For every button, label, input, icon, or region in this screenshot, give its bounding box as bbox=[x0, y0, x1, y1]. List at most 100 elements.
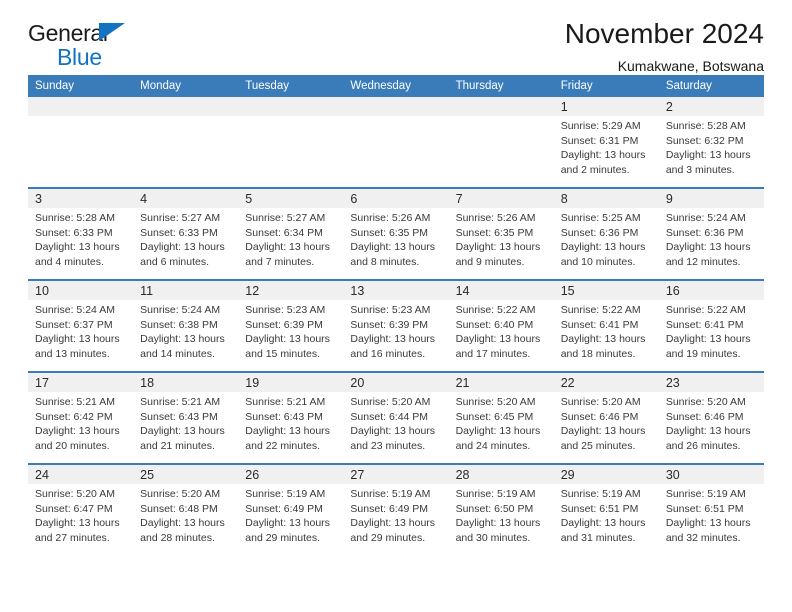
day-number[interactable]: 2 bbox=[658, 97, 764, 116]
day-number[interactable]: 7 bbox=[448, 187, 554, 208]
day-number[interactable]: 24 bbox=[28, 463, 134, 484]
day-cell[interactable]: Sunrise: 5:19 AM Sunset: 6:51 PM Daylight:… bbox=[553, 484, 659, 556]
day-number[interactable]: 9 bbox=[658, 187, 764, 208]
sun-info-line: Sunrise: 5:22 AM bbox=[560, 304, 641, 316]
day-cell[interactable]: Sunrise: 5:21 AM Sunset: 6:42 PM Daylight:… bbox=[28, 392, 134, 464]
day-cell[interactable]: Sunrise: 5:19 AM Sunset: 6:49 PM Daylight:… bbox=[238, 484, 344, 556]
day-number[interactable]: 29 bbox=[553, 463, 659, 484]
day-number[interactable]: 28 bbox=[448, 463, 554, 484]
day-cell[interactable]: Sunrise: 5:27 AM Sunset: 6:33 PM Daylight:… bbox=[133, 208, 239, 280]
generalblue-logo[interactable]: General Blue bbox=[28, 22, 228, 72]
day-cell[interactable]: Sunrise: 5:24 AM Sunset: 6:38 PM Daylight:… bbox=[133, 300, 239, 372]
day-cell[interactable]: Sunrise: 5:24 AM Sunset: 6:37 PM Daylight:… bbox=[28, 300, 134, 372]
week-number-row: 12 bbox=[28, 97, 764, 116]
week-detail-row: Sunrise: 5:20 AM Sunset: 6:47 PM Daylight:… bbox=[28, 484, 764, 556]
day-cell[interactable]: Sunrise: 5:24 AM Sunset: 6:36 PM Daylight:… bbox=[658, 208, 764, 280]
sun-info-line: and 30 minutes. bbox=[455, 531, 531, 544]
sun-info-line: Sunset: 6:31 PM bbox=[560, 134, 639, 147]
sun-info-line: Daylight: 13 hours bbox=[35, 425, 120, 438]
day-number[interactable]: 14 bbox=[448, 279, 554, 300]
sun-info-line: Sunrise: 5:19 AM bbox=[350, 488, 431, 500]
day-cell[interactable]: Sunrise: 5:23 AM Sunset: 6:39 PM Daylight:… bbox=[238, 300, 344, 372]
day-number[interactable]: 30 bbox=[658, 463, 764, 484]
sun-info-line: Sunrise: 5:28 AM bbox=[35, 212, 115, 224]
sun-info-line: Sunrise: 5:23 AM bbox=[245, 304, 326, 316]
day-number[interactable]: 19 bbox=[238, 371, 344, 392]
day-number[interactable]: 17 bbox=[28, 371, 134, 392]
day-number[interactable]: 5 bbox=[238, 187, 344, 208]
sun-info: Sunrise: 5:20 AM Sunset: 6:45 PM Daylight:… bbox=[456, 395, 546, 453]
sun-info: Sunrise: 5:20 AM Sunset: 6:46 PM Daylight:… bbox=[666, 395, 756, 453]
sun-info-line: and 13 minutes. bbox=[35, 347, 110, 360]
day-number[interactable]: 18 bbox=[133, 371, 239, 392]
sun-info-line: Sunrise: 5:20 AM bbox=[350, 396, 431, 408]
day-cell[interactable]: Sunrise: 5:23 AM Sunset: 6:39 PM Daylight:… bbox=[343, 300, 449, 372]
day-cell[interactable]: Sunrise: 5:20 AM Sunset: 6:47 PM Daylight:… bbox=[28, 484, 134, 556]
day-number-empty bbox=[343, 97, 449, 116]
sun-info-line: Daylight: 13 hours bbox=[665, 425, 751, 438]
sun-info: Sunrise: 5:24 AM Sunset: 6:37 PM Daylight:… bbox=[35, 303, 125, 361]
day-number-empty bbox=[28, 97, 134, 116]
day-number[interactable]: 10 bbox=[28, 279, 134, 300]
week-detail-row: Sunrise: 5:21 AM Sunset: 6:42 PM Daylight:… bbox=[28, 392, 764, 464]
sun-info-line: and 12 minutes. bbox=[665, 255, 741, 268]
week-number-row: 10 11 12 13 14 15 16 bbox=[28, 279, 764, 300]
sun-info: Sunrise: 5:19 AM Sunset: 6:51 PM Daylight:… bbox=[666, 487, 756, 545]
day-number[interactable]: 27 bbox=[343, 463, 449, 484]
sun-info-line: Daylight: 13 hours bbox=[665, 241, 751, 254]
day-cell[interactable]: Sunrise: 5:20 AM Sunset: 6:48 PM Daylight:… bbox=[133, 484, 239, 556]
day-number[interactable]: 4 bbox=[133, 187, 239, 208]
title-block: November 2024 Kumakwane, Botswana bbox=[565, 18, 764, 76]
day-cell[interactable]: Sunrise: 5:20 AM Sunset: 6:44 PM Daylight:… bbox=[343, 392, 449, 464]
sun-info-line: Daylight: 13 hours bbox=[245, 425, 330, 438]
day-cell[interactable]: Sunrise: 5:19 AM Sunset: 6:50 PM Daylight:… bbox=[448, 484, 554, 556]
day-number[interactable]: 20 bbox=[343, 371, 449, 392]
day-number[interactable]: 23 bbox=[658, 371, 764, 392]
sun-info-line: Daylight: 13 hours bbox=[245, 517, 330, 530]
day-cell[interactable]: Sunrise: 5:19 AM Sunset: 6:49 PM Daylight:… bbox=[343, 484, 449, 556]
day-number[interactable]: 13 bbox=[343, 279, 449, 300]
sun-info-line: Daylight: 13 hours bbox=[350, 517, 436, 530]
day-cell[interactable]: Sunrise: 5:20 AM Sunset: 6:46 PM Daylight:… bbox=[553, 392, 659, 464]
day-cell[interactable]: Sunrise: 5:26 AM Sunset: 6:35 PM Daylight:… bbox=[448, 208, 554, 280]
sun-info-line: Sunrise: 5:26 AM bbox=[350, 212, 431, 224]
day-number[interactable]: 12 bbox=[238, 279, 344, 300]
day-cell[interactable]: Sunrise: 5:26 AM Sunset: 6:35 PM Daylight:… bbox=[343, 208, 449, 280]
sun-info-line: Daylight: 13 hours bbox=[140, 241, 225, 254]
sun-info-line: Daylight: 13 hours bbox=[560, 517, 646, 530]
day-number[interactable]: 8 bbox=[553, 187, 659, 208]
sun-info: Sunrise: 5:28 AM Sunset: 6:32 PM Daylight:… bbox=[666, 119, 756, 177]
day-number[interactable]: 15 bbox=[553, 279, 659, 300]
day-cell[interactable]: Sunrise: 5:28 AM Sunset: 6:32 PM Daylight:… bbox=[658, 116, 764, 188]
day-cell[interactable]: Sunrise: 5:29 AM Sunset: 6:31 PM Daylight:… bbox=[553, 116, 659, 188]
sun-info-line: Sunset: 6:51 PM bbox=[560, 502, 639, 515]
day-cell[interactable]: Sunrise: 5:21 AM Sunset: 6:43 PM Daylight:… bbox=[238, 392, 344, 464]
day-cell[interactable]: Sunrise: 5:22 AM Sunset: 6:40 PM Daylight:… bbox=[448, 300, 554, 372]
day-cell[interactable]: Sunrise: 5:27 AM Sunset: 6:34 PM Daylight:… bbox=[238, 208, 344, 280]
day-cell[interactable]: Sunrise: 5:22 AM Sunset: 6:41 PM Daylight:… bbox=[658, 300, 764, 372]
day-number[interactable]: 21 bbox=[448, 371, 554, 392]
day-number[interactable]: 1 bbox=[553, 97, 659, 116]
day-number[interactable]: 22 bbox=[553, 371, 659, 392]
day-cell[interactable]: Sunrise: 5:20 AM Sunset: 6:45 PM Daylight:… bbox=[448, 392, 554, 464]
day-cell[interactable]: Sunrise: 5:19 AM Sunset: 6:51 PM Daylight:… bbox=[658, 484, 764, 556]
day-number[interactable]: 26 bbox=[238, 463, 344, 484]
sun-info-line: and 2 minutes. bbox=[560, 163, 630, 176]
weekday-header-wednesday: Wednesday bbox=[343, 75, 449, 97]
day-cell[interactable]: Sunrise: 5:20 AM Sunset: 6:46 PM Daylight:… bbox=[658, 392, 764, 464]
logo-text-blue: Blue bbox=[57, 44, 102, 70]
day-cell[interactable]: Sunrise: 5:28 AM Sunset: 6:33 PM Daylight:… bbox=[28, 208, 134, 280]
sun-info-line: Sunrise: 5:19 AM bbox=[665, 488, 746, 500]
day-number[interactable]: 11 bbox=[133, 279, 239, 300]
day-number[interactable]: 6 bbox=[343, 187, 449, 208]
week-detail-row: Sunrise: 5:24 AM Sunset: 6:37 PM Daylight:… bbox=[28, 300, 764, 372]
day-number[interactable]: 16 bbox=[658, 279, 764, 300]
sun-info: Sunrise: 5:19 AM Sunset: 6:49 PM Daylight:… bbox=[245, 487, 335, 545]
week-number-row: 17 18 19 20 21 22 23 bbox=[28, 371, 764, 392]
day-number[interactable]: 25 bbox=[133, 463, 239, 484]
calendar-page: General Blue November 2024 Kumakwane, Bo… bbox=[0, 0, 792, 612]
day-cell[interactable]: Sunrise: 5:21 AM Sunset: 6:43 PM Daylight:… bbox=[133, 392, 239, 464]
day-cell[interactable]: Sunrise: 5:25 AM Sunset: 6:36 PM Daylight:… bbox=[553, 208, 659, 280]
day-number[interactable]: 3 bbox=[28, 187, 134, 208]
day-cell[interactable]: Sunrise: 5:22 AM Sunset: 6:41 PM Daylight:… bbox=[553, 300, 659, 372]
